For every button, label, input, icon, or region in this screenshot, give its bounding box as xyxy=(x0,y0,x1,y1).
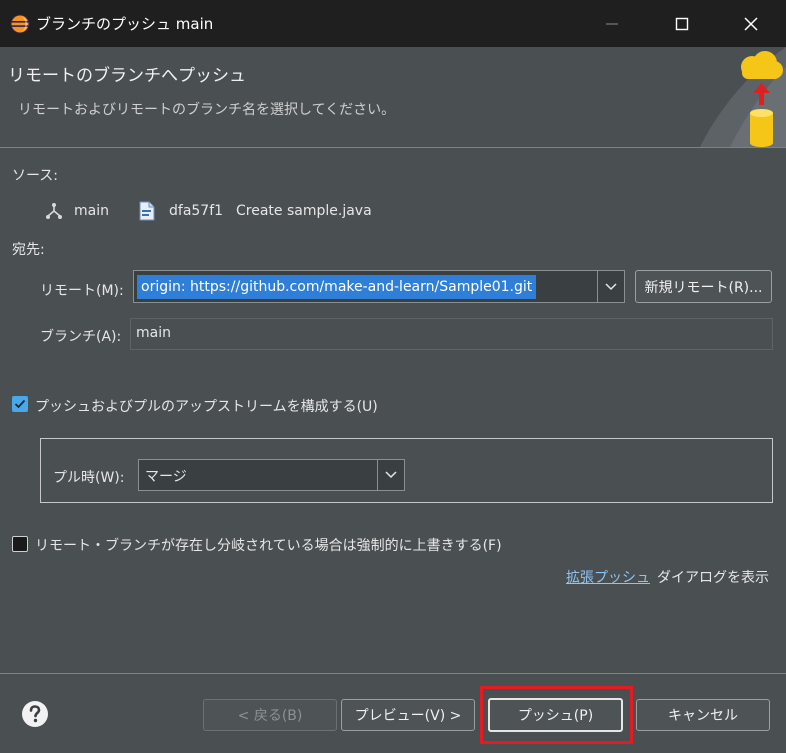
chevron-down-icon xyxy=(605,282,617,290)
cancel-button-label: キャンセル xyxy=(668,708,738,724)
push-illustration-icon xyxy=(700,47,786,147)
banner-separator xyxy=(0,147,786,148)
remote-value: origin: https://github.com/make-and-lear… xyxy=(137,275,537,299)
preview-button[interactable]: プレビュー(V) > xyxy=(341,699,475,731)
back-button[interactable]: < 戻る(B) xyxy=(203,699,337,731)
help-icon[interactable] xyxy=(21,700,49,728)
advanced-push-suffix: ダイアログを表示 xyxy=(657,570,769,586)
chevron-down-icon xyxy=(385,471,397,479)
title-bar: ブランチのプッシュ main xyxy=(0,0,786,47)
upstream-checkbox[interactable] xyxy=(12,396,28,412)
source-branch: main xyxy=(74,203,109,219)
branch-icon xyxy=(46,203,62,219)
pull-value: マージ xyxy=(145,469,187,485)
destination-label: 宛先: xyxy=(12,242,45,258)
checkmark-icon xyxy=(14,399,26,409)
maximize-icon xyxy=(675,17,689,30)
upstream-checkbox-label[interactable]: プッシュおよびプルのアップストリームを構成する(U) xyxy=(35,396,378,416)
branch-label: ブランチ(A): xyxy=(40,329,122,345)
back-button-label: < 戻る(B) xyxy=(237,708,303,724)
pull-label: プル時(W): xyxy=(53,470,125,486)
pull-combobox[interactable]: マージ xyxy=(138,459,405,491)
push-button-label: プッシュ(P) xyxy=(517,708,594,724)
banner-title: リモートのブランチへプッシュ xyxy=(8,66,246,86)
dialog-banner: リモートのブランチへプッシュ リモートおよびリモートのブランチ名を選択してくださ… xyxy=(0,47,786,147)
new-remote-button-label: 新規リモート(R)... xyxy=(644,279,763,296)
branch-field-value: main xyxy=(136,325,171,341)
pull-dropdown-arrow[interactable] xyxy=(377,460,404,490)
maximize-button[interactable] xyxy=(647,0,717,47)
remote-combobox[interactable]: origin: https://github.com/make-and-lear… xyxy=(133,270,625,303)
branch-field[interactable]: main xyxy=(130,318,773,350)
source-commit-id: dfa57f1 xyxy=(169,203,224,219)
force-checkbox-label[interactable]: リモート・ブランチが存在し分岐されている場合は強制的に上書きする(F) xyxy=(35,535,502,555)
force-checkbox[interactable] xyxy=(12,536,28,552)
new-remote-button[interactable]: 新規リモート(R)... xyxy=(635,270,772,303)
preview-button-label: プレビュー(V) > xyxy=(354,708,462,724)
minimize-button[interactable] xyxy=(577,0,647,47)
minimize-icon xyxy=(606,23,618,24)
advanced-push-link[interactable]: 拡張プッシュ xyxy=(566,567,650,587)
commit-icon xyxy=(139,201,155,221)
push-button[interactable]: プッシュ(P) xyxy=(488,698,623,732)
remote-label: リモート(M): xyxy=(40,283,124,299)
banner-description: リモートおよびリモートのブランチ名を選択してください。 xyxy=(18,102,396,118)
footer-separator xyxy=(0,673,786,674)
cancel-button[interactable]: キャンセル xyxy=(636,699,770,731)
window-title: ブランチのプッシュ main xyxy=(36,15,214,33)
eclipse-icon xyxy=(10,14,30,34)
close-button[interactable] xyxy=(716,0,786,47)
source-commit-message: Create sample.java xyxy=(236,203,372,219)
source-label: ソース: xyxy=(12,168,59,184)
close-icon xyxy=(744,16,758,31)
remote-dropdown-arrow[interactable] xyxy=(597,271,624,302)
